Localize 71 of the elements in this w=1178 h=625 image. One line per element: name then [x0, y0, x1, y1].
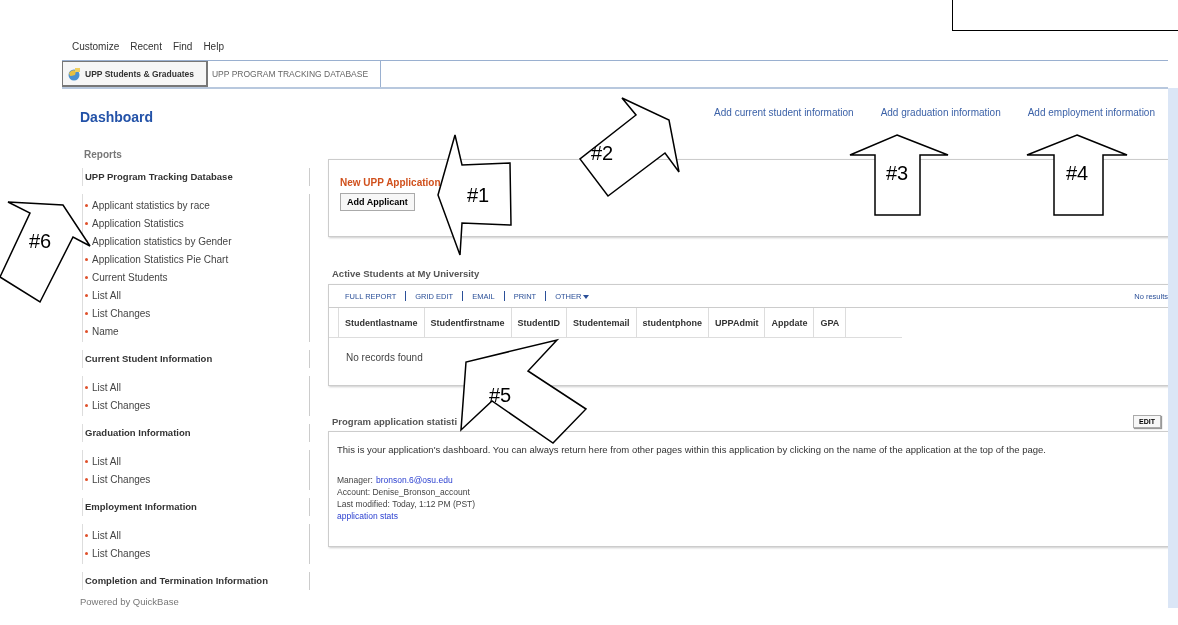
- report-link[interactable]: Application Statistics: [92, 217, 184, 229]
- panel-title: New UPP Application: [340, 177, 441, 188]
- link[interactable]: Add current student information: [714, 107, 854, 133]
- callout-label: #4: [1065, 162, 1089, 184]
- callout-label: #2: [590, 142, 614, 164]
- callout-label: #5: [488, 384, 512, 406]
- report-link[interactable]: List All: [92, 381, 121, 393]
- bullet-icon: [85, 459, 88, 463]
- manager-address-link[interactable]: bronson.6@osu.edu: [375, 475, 453, 487]
- callout-label: #1: [466, 184, 490, 206]
- bullet-icon: [85, 329, 88, 333]
- bullet-icon: [85, 275, 88, 279]
- column-header[interactable]: Studentemail: [567, 308, 637, 337]
- report-link[interactable]: Name: [92, 325, 119, 337]
- description-text: This is your application's dashboard. You can always return here from other pages within this application by clicking on the name of the application at the top of the page.: [337, 444, 1047, 455]
- menu-item[interactable]: Find: [172, 41, 193, 57]
- report-link[interactable]: List All: [92, 455, 121, 467]
- column-header[interactable]: GPA: [814, 308, 847, 337]
- bullet-icon: [85, 293, 88, 297]
- link[interactable]: Add graduation information: [880, 107, 1001, 133]
- modified-text: Last modified: Today, 1:12 PM (PST): [337, 499, 476, 511]
- column-header[interactable]: StudentID: [511, 308, 568, 337]
- bullet-icon: [85, 551, 88, 555]
- callout-label: #6: [28, 230, 52, 252]
- manager-label: Manager:: [337, 475, 373, 487]
- group-heading: UPP Program Tracking Database: [82, 168, 310, 186]
- column-header[interactable]: studentphone: [636, 308, 710, 337]
- bullet-icon: [85, 203, 88, 207]
- bullet-icon: [85, 477, 88, 481]
- tab[interactable]: UPP PROGRAM TRACKING DATABASE: [207, 61, 382, 87]
- report-link[interactable]: List Changes: [92, 547, 151, 559]
- menu-item[interactable]: Recent: [130, 41, 162, 57]
- report-link[interactable]: List All: [92, 289, 121, 301]
- column-header[interactable]: Appdate: [765, 308, 815, 337]
- report-link[interactable]: List Changes: [92, 399, 151, 411]
- group-heading: Completion and Termination Information: [82, 572, 310, 590]
- bullet-icon: [85, 403, 88, 407]
- bullet-icon: [85, 257, 88, 261]
- stats-link[interactable]: application stats: [337, 511, 398, 523]
- report-link[interactable]: Application statistics by Gender: [92, 235, 232, 247]
- menu-item[interactable]: Help: [203, 41, 224, 57]
- page-title: Dashboard: [80, 109, 155, 125]
- account-text: Account: Denise_Bronson_account: [337, 487, 470, 499]
- callout-label: #3: [885, 162, 909, 184]
- bullet-icon: [85, 533, 88, 537]
- report-link[interactable]: List Changes: [92, 307, 151, 319]
- link[interactable]: Add employment information: [1027, 107, 1155, 133]
- group-heading: Current Student Information: [82, 350, 310, 368]
- report-link[interactable]: Application Statistics Pie Chart: [92, 253, 229, 265]
- add-applicant-button[interactable]: Add Applicant: [340, 193, 415, 211]
- column-header[interactable]: Studentlastname: [339, 308, 425, 337]
- menu-item[interactable]: Customize: [72, 41, 120, 57]
- report-link[interactable]: List All: [92, 529, 121, 541]
- report-link[interactable]: List Changes: [92, 473, 151, 485]
- footer-text: Powered by QuickBase: [80, 596, 180, 607]
- section-title: Active Students at My University: [331, 268, 481, 279]
- group-heading: Employment Information: [82, 498, 310, 516]
- column-header[interactable]: Studentfirstname: [424, 308, 512, 337]
- section-heading: Reports: [83, 149, 123, 160]
- column-header[interactable]: UPPAdmit: [709, 308, 766, 337]
- globe-icon: [67, 66, 81, 81]
- bullet-icon: [85, 221, 88, 225]
- report-link[interactable]: Current Students: [92, 271, 168, 283]
- tab[interactable]: UPP Students & Graduates: [62, 61, 208, 87]
- section-title: Program application statisti: [332, 416, 458, 427]
- empty-message: No records found: [345, 351, 424, 363]
- bullet-icon: [85, 385, 88, 389]
- scrollbar[interactable]: [1168, 88, 1178, 608]
- group-heading: Graduation Information: [82, 424, 310, 442]
- bullet-icon: [85, 311, 88, 315]
- report-link[interactable]: Applicant statistics by race: [92, 199, 210, 211]
